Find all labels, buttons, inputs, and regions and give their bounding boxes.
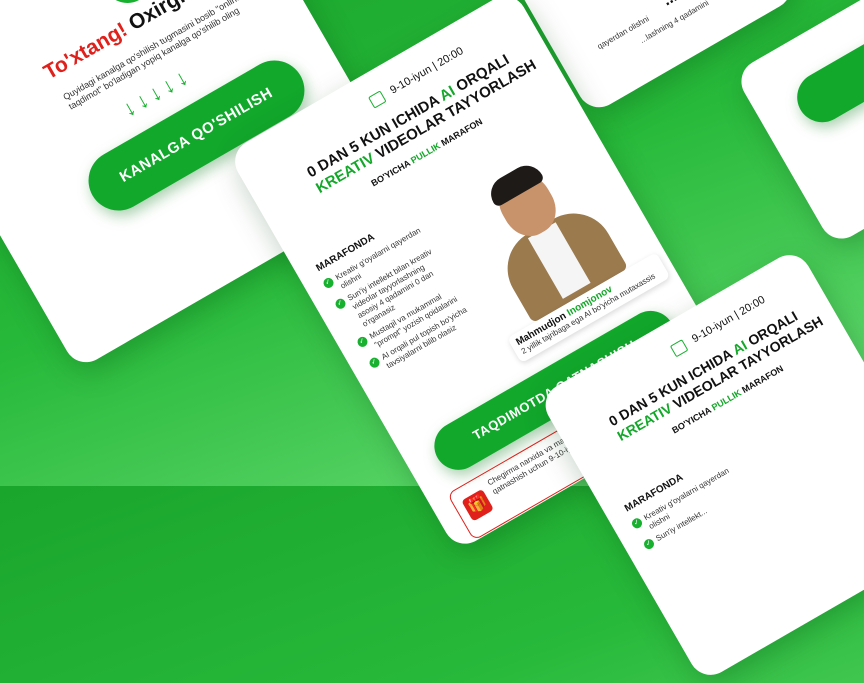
title-part: VIDEOLAR TAYYORLASH [666,312,826,414]
title-part: VIDEOLAR TAYYORLASH [369,56,540,165]
far-right-button[interactable] [788,0,864,132]
check-icon: ✓ [355,335,370,349]
check-icon: ✓ [333,296,348,311]
check-icon: ✓ [321,276,336,290]
event-time: 20:00 [737,293,768,318]
check-icon: ✓ [630,516,644,531]
calendar-icon [669,339,689,358]
calendar-icon [368,90,387,109]
check-icon: ✓ [642,537,656,551]
event-date: 9-10-iyun [690,312,736,346]
gift-icon: 🎁 [461,488,495,522]
check-icon: ✓ [367,355,382,370]
bullet-list: ✓ Kreativ g'oyalarni qayerdan olishni ✓ Su… [630,461,753,554]
subtitle-pullik: PULLIK [709,387,744,413]
far-right-card [733,0,864,247]
event-time: 20:00 [435,44,466,70]
event-date: 9-10-iyun [388,63,434,97]
